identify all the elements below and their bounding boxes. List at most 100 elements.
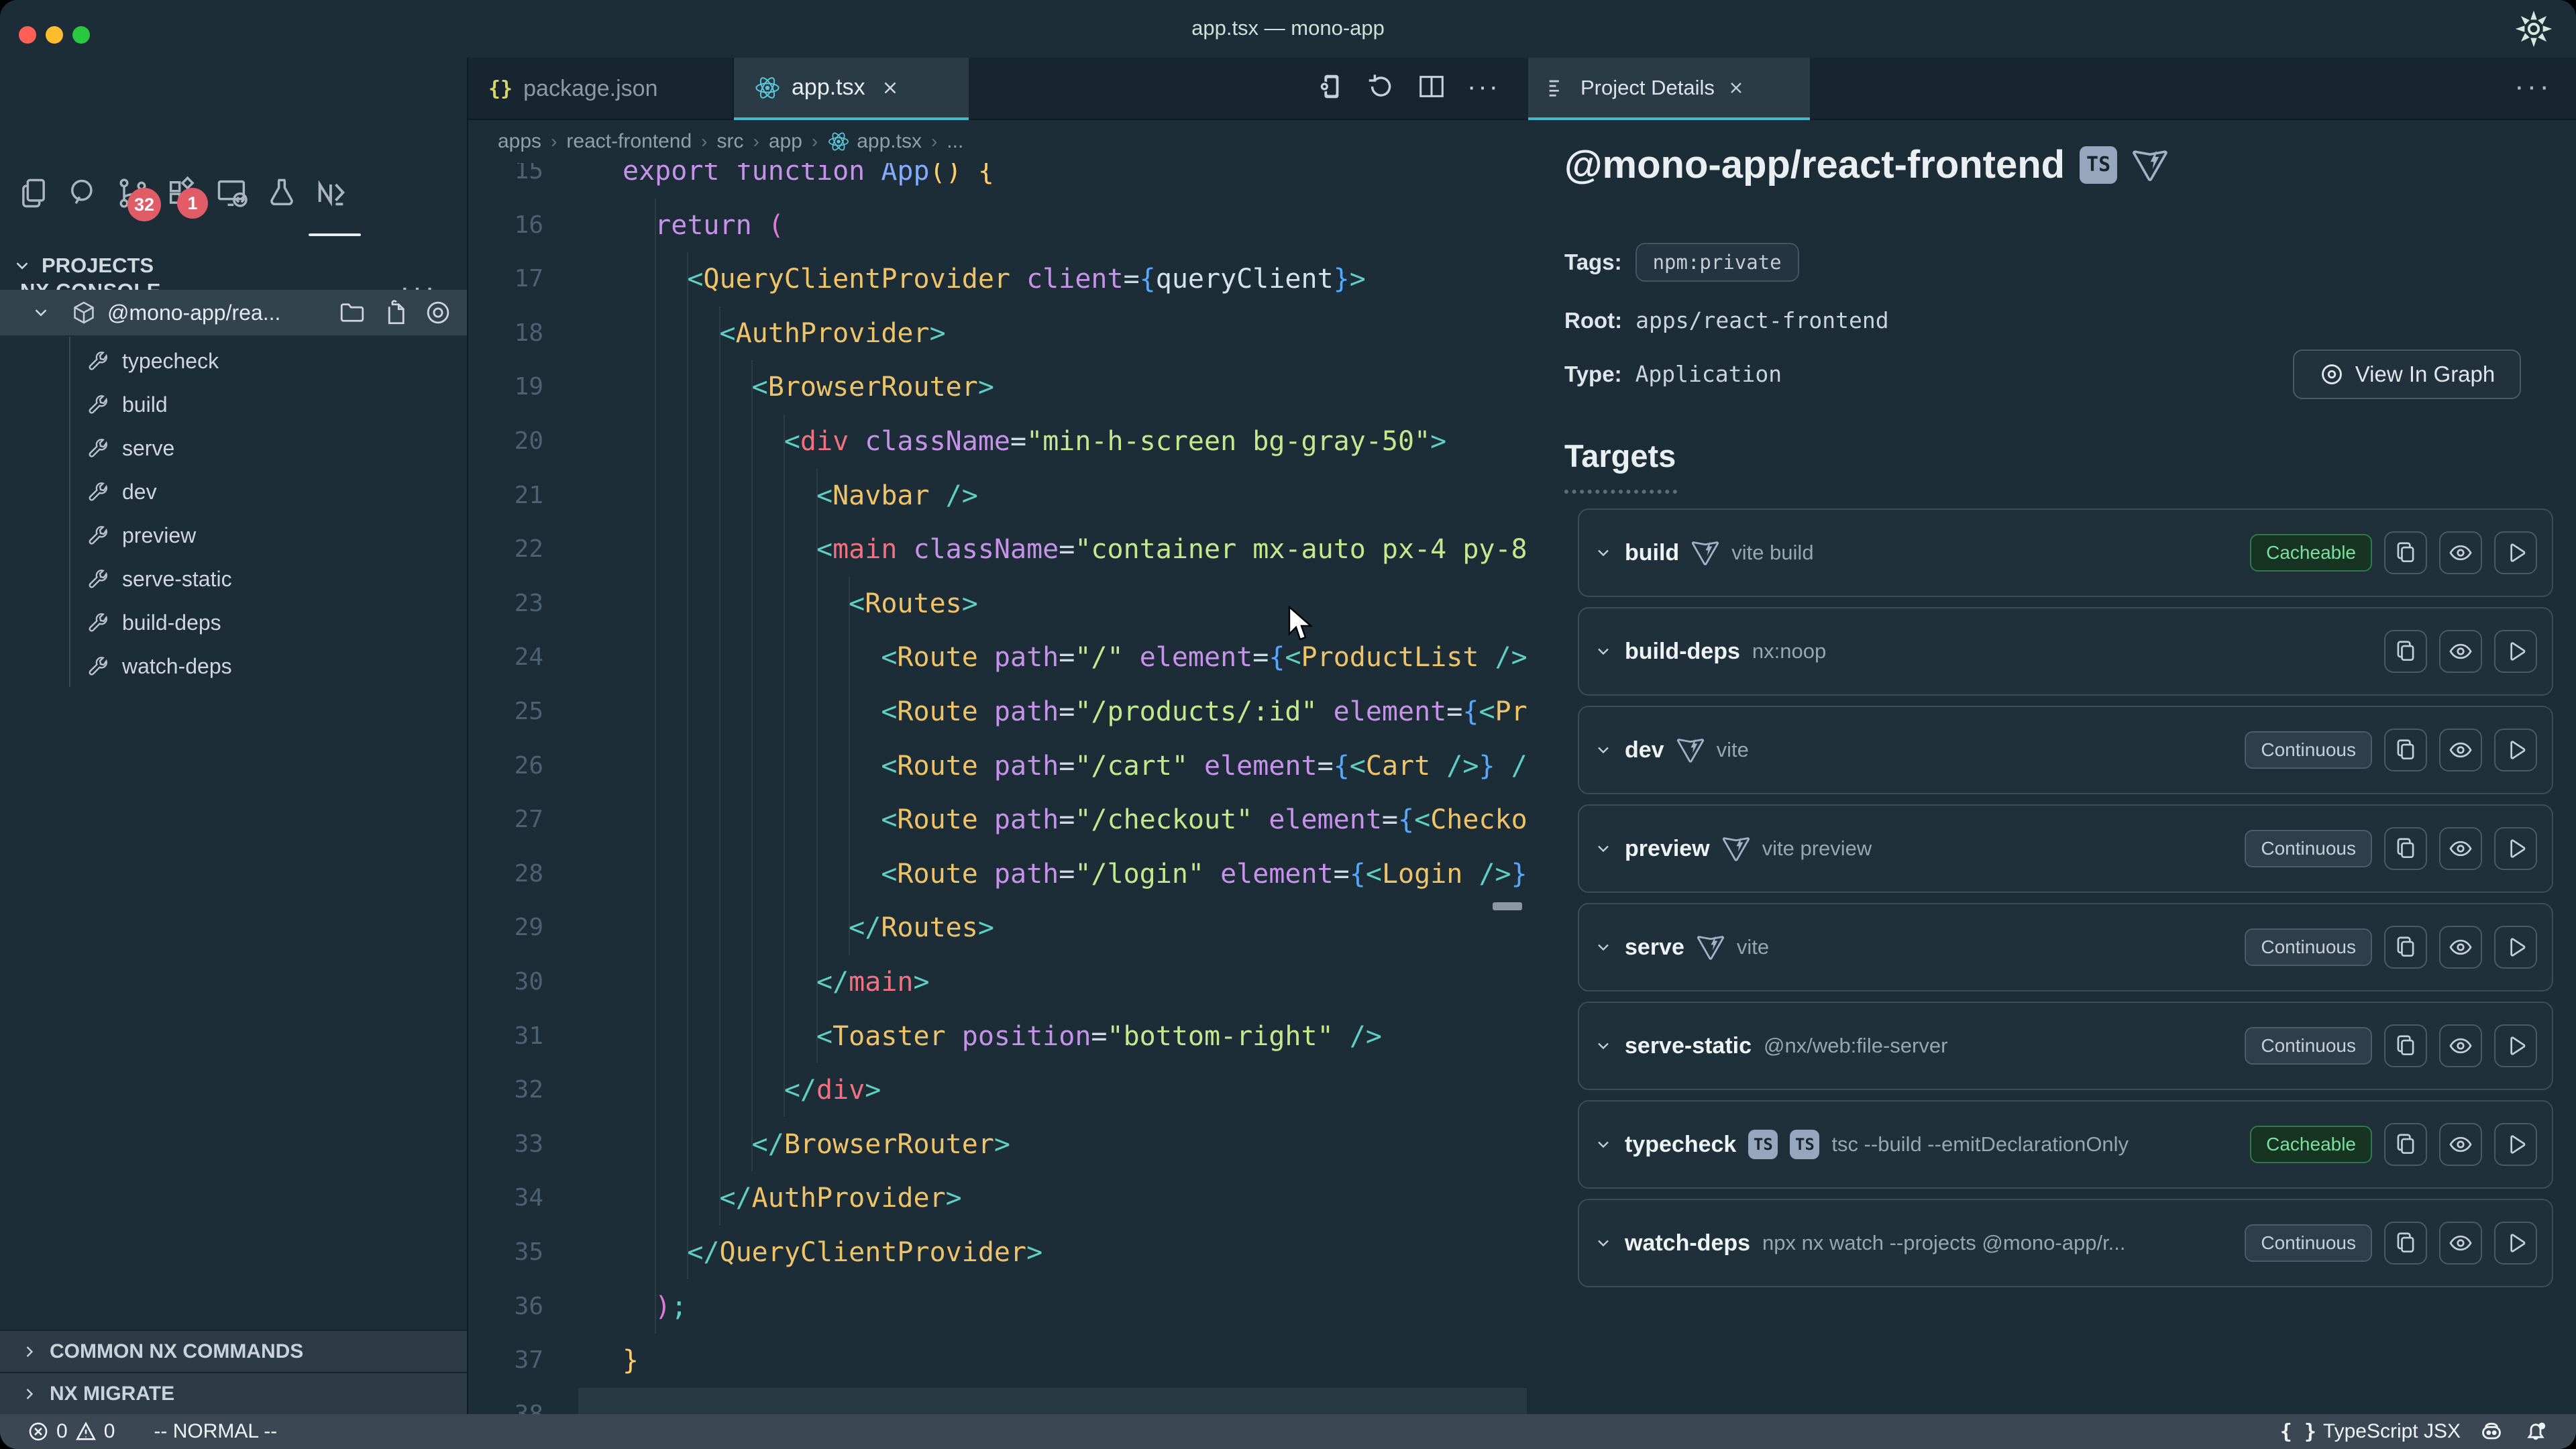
split-editor-icon[interactable] [1416, 71, 1447, 102]
copy-target-button[interactable] [2384, 729, 2427, 771]
expand-target-chevron[interactable] [1594, 1234, 1613, 1252]
task-label: typecheck [122, 349, 219, 374]
folder-icon[interactable] [338, 299, 366, 327]
remote-explorer-icon[interactable] [215, 176, 250, 211]
run-target-button[interactable] [2494, 729, 2537, 771]
view-target-button[interactable] [2439, 630, 2482, 673]
copy-target-button[interactable] [2384, 630, 2427, 673]
breadcrumb-item[interactable]: apps [498, 130, 541, 153]
panel-more-actions-icon[interactable]: ··· [2514, 70, 2552, 103]
view-in-graph-button[interactable]: View In Graph [2293, 350, 2521, 399]
task-item-typecheck[interactable]: typecheck [0, 339, 467, 383]
copy-target-button[interactable] [2384, 926, 2427, 969]
code-editor[interactable]: 15export function App() {16 return (17 <… [468, 163, 1527, 1414]
copilot-icon[interactable] [2478, 1418, 2505, 1445]
chevron-down-icon[interactable] [1594, 642, 1613, 661]
view-target-button[interactable] [2439, 1222, 2482, 1265]
run-target-button[interactable] [2494, 1123, 2537, 1166]
breadcrumb-item[interactable]: src [717, 130, 744, 153]
chevron-down-icon[interactable] [1594, 1135, 1613, 1154]
breadcrumb[interactable]: apps›react-frontend›src›app›app.tsx›... [468, 120, 1527, 163]
play-icon [2503, 1230, 2528, 1256]
chevron-down-icon[interactable] [1594, 1234, 1613, 1252]
tab-project-details[interactable]: Project Details [1528, 58, 1810, 120]
search-icon[interactable] [66, 176, 101, 211]
language-mode[interactable]: { } TypeScript JSX [2280, 1420, 2461, 1444]
tags-row: Tags: npm:private [1564, 243, 1799, 282]
tab-package-json[interactable]: {} package.json [468, 58, 734, 120]
scrollbar-decoration[interactable] [1493, 902, 1522, 910]
close-icon[interactable] [880, 78, 900, 98]
task-item-serve-static[interactable]: serve-static [0, 557, 467, 601]
project-details-panel: Project Details ··· @mono-app/react-fron… [1527, 58, 2576, 1414]
expand-target-chevron[interactable] [1594, 1036, 1613, 1055]
notifications-bell-icon[interactable] [2522, 1418, 2549, 1445]
refresh-icon[interactable] [1365, 71, 1396, 102]
device-gear-icon[interactable] [1314, 71, 1345, 102]
projects-section-header[interactable]: PROJECTS [12, 254, 154, 278]
expand-target-chevron[interactable] [1594, 1135, 1613, 1154]
breadcrumb-item[interactable]: app [769, 130, 802, 153]
chevron-down-icon[interactable] [1594, 741, 1613, 759]
copy-target-button[interactable] [2384, 1123, 2427, 1166]
view-target-button[interactable] [2439, 1123, 2482, 1166]
view-target-button[interactable] [2439, 1024, 2482, 1067]
code-line: export function App() { [623, 163, 994, 198]
run-target-button[interactable] [2494, 1024, 2537, 1067]
play-icon [2503, 737, 2528, 763]
settings-gear-icon[interactable] [2516, 11, 2552, 47]
expand-target-chevron[interactable] [1594, 938, 1613, 957]
task-item-preview[interactable]: preview [0, 514, 467, 557]
run-target-button[interactable] [2494, 827, 2537, 870]
problems-indicator[interactable]: 0 0 [27, 1420, 115, 1443]
breadcrumb-item[interactable]: app.tsx [827, 130, 922, 153]
copy-target-button[interactable] [2384, 827, 2427, 870]
task-item-dev[interactable]: dev [0, 470, 467, 514]
run-target-button[interactable] [2494, 531, 2537, 574]
view-target-button[interactable] [2439, 531, 2482, 574]
run-target-button[interactable] [2494, 926, 2537, 969]
extensions-icon[interactable]: 1 [165, 176, 200, 211]
copy-icon [2393, 1132, 2418, 1157]
code-line: } [623, 1334, 639, 1387]
close-icon[interactable] [1727, 78, 1746, 97]
copy-target-button[interactable] [2384, 531, 2427, 574]
task-label: preview [122, 523, 196, 548]
chevron-down-icon[interactable] [1594, 543, 1613, 562]
chevron-down-icon[interactable] [1594, 938, 1613, 957]
source-control-icon[interactable]: 32 [115, 176, 150, 211]
expand-target-chevron[interactable] [1594, 741, 1613, 759]
run-target-button[interactable] [2494, 1222, 2537, 1265]
view-target-button[interactable] [2439, 729, 2482, 771]
expand-target-chevron[interactable] [1594, 642, 1613, 661]
task-item-watch-deps[interactable]: watch-deps [0, 645, 467, 688]
chevron-down-icon [12, 256, 32, 276]
view-target-button[interactable] [2439, 827, 2482, 870]
task-item-build-deps[interactable]: build-deps [0, 601, 467, 645]
focus-project-icon[interactable] [424, 299, 452, 327]
copy-target-button[interactable] [2384, 1222, 2427, 1265]
line-number: 31 [468, 1010, 543, 1063]
task-item-build[interactable]: build [0, 383, 467, 427]
explorer-icon[interactable] [16, 176, 51, 211]
section-common-nx-commands[interactable]: COMMON NX COMMANDS [0, 1330, 467, 1372]
expand-target-chevron[interactable] [1594, 839, 1613, 858]
open-config-icon[interactable] [381, 299, 409, 327]
more-actions-icon[interactable]: ··· [1467, 72, 1500, 102]
chevron-down-icon[interactable] [1594, 1036, 1613, 1055]
tab-app-tsx[interactable]: app.tsx [734, 58, 969, 120]
breadcrumb-item[interactable]: react-frontend [566, 130, 692, 153]
code-line: <Route path="/login" element={<Login />}… [623, 847, 1527, 901]
run-target-button[interactable] [2494, 630, 2537, 673]
testing-icon[interactable] [264, 176, 299, 211]
view-target-button[interactable] [2439, 926, 2482, 969]
copy-target-button[interactable] [2384, 1024, 2427, 1067]
expand-target-chevron[interactable] [1594, 543, 1613, 562]
chevron-down-icon[interactable] [1594, 839, 1613, 858]
task-item-serve[interactable]: serve [0, 427, 467, 470]
code-line: <BrowserRouter> [623, 360, 994, 414]
project-row-selected[interactable]: @mono-app/rea... [0, 290, 467, 335]
section-nx-migrate[interactable]: NX MIGRATE [0, 1372, 467, 1414]
nx-console-icon[interactable] [314, 176, 349, 211]
breadcrumb-item[interactable]: ... [947, 130, 963, 153]
